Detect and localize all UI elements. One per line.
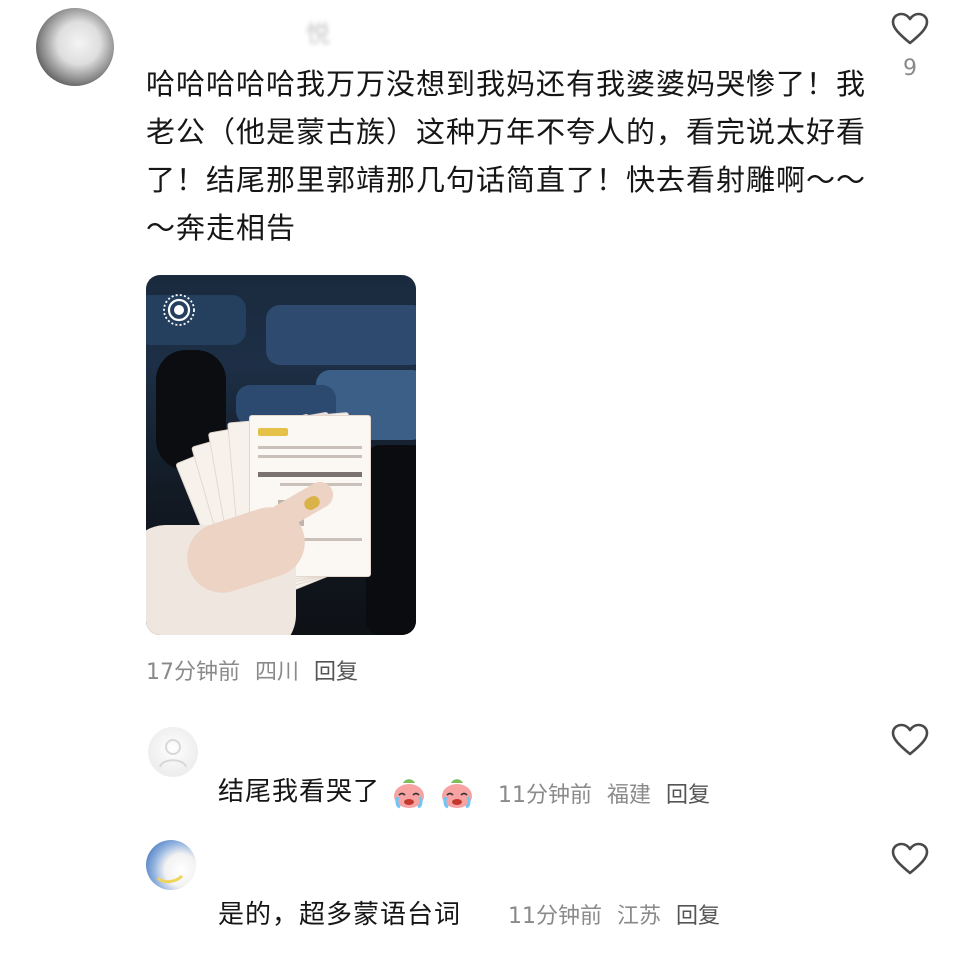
reply-text: 是的，超多蒙语台词 bbox=[218, 900, 462, 930]
like-button[interactable] bbox=[889, 842, 931, 876]
avatar[interactable] bbox=[146, 840, 196, 890]
reply-location: 福建 bbox=[607, 783, 652, 808]
reply-text: 结尾我看哭了 bbox=[218, 777, 381, 807]
comment-location: 四川 bbox=[255, 660, 300, 685]
cinema-seat bbox=[146, 295, 246, 345]
like-button[interactable] bbox=[889, 723, 931, 757]
crying-face-emoji bbox=[441, 778, 472, 808]
reply-location: 江苏 bbox=[617, 904, 662, 929]
comment-meta: 17分钟前 四川 回复 bbox=[146, 654, 366, 686]
live-photo-icon[interactable] bbox=[162, 293, 196, 327]
reply-meta: 11分钟前 江苏 回复 bbox=[508, 898, 728, 930]
like-button[interactable]: 9 bbox=[889, 12, 931, 81]
reply-button[interactable]: 回复 bbox=[666, 783, 710, 808]
heart-outline-icon bbox=[891, 842, 929, 875]
comment-photo[interactable] bbox=[146, 275, 416, 635]
like-count: 9 bbox=[903, 56, 917, 81]
reply-comment: 是的，超多蒙语台词 11分钟前 江苏 回复 bbox=[0, 832, 971, 952]
reply-button[interactable]: 回复 bbox=[676, 904, 720, 929]
avatar[interactable] bbox=[36, 8, 114, 86]
reply-content: 结尾我看哭了 bbox=[218, 771, 475, 811]
cinema-seat bbox=[266, 305, 416, 365]
avatar[interactable] bbox=[148, 727, 198, 777]
user-silhouette-icon bbox=[159, 739, 187, 768]
comment-time: 17分钟前 bbox=[146, 660, 240, 685]
cinema-seat bbox=[366, 445, 416, 635]
reply-time: 11分钟前 bbox=[498, 783, 592, 808]
crying-face-emoji bbox=[394, 778, 425, 808]
moon-icon bbox=[156, 874, 184, 884]
heart-outline-icon bbox=[891, 12, 929, 45]
reply-comment: 结尾我看哭了 11分钟前 福建 回复 bbox=[0, 715, 971, 825]
comment-main: 悦 哈哈哈哈哈我万万没想到我妈还有我婆婆妈哭惨了！我老公（他是蒙古族）这种万年不… bbox=[0, 0, 971, 700]
reply-button[interactable]: 回复 bbox=[314, 660, 358, 685]
comment-text: 哈哈哈哈哈我万万没想到我妈还有我婆婆妈哭惨了！我老公（他是蒙古族）这种万年不夸人… bbox=[146, 67, 867, 245]
reply-time: 11分钟前 bbox=[508, 904, 602, 929]
reply-meta: 11分钟前 福建 回复 bbox=[498, 777, 718, 809]
heart-outline-icon bbox=[891, 723, 929, 756]
comment-username[interactable]: 悦 bbox=[306, 14, 330, 49]
